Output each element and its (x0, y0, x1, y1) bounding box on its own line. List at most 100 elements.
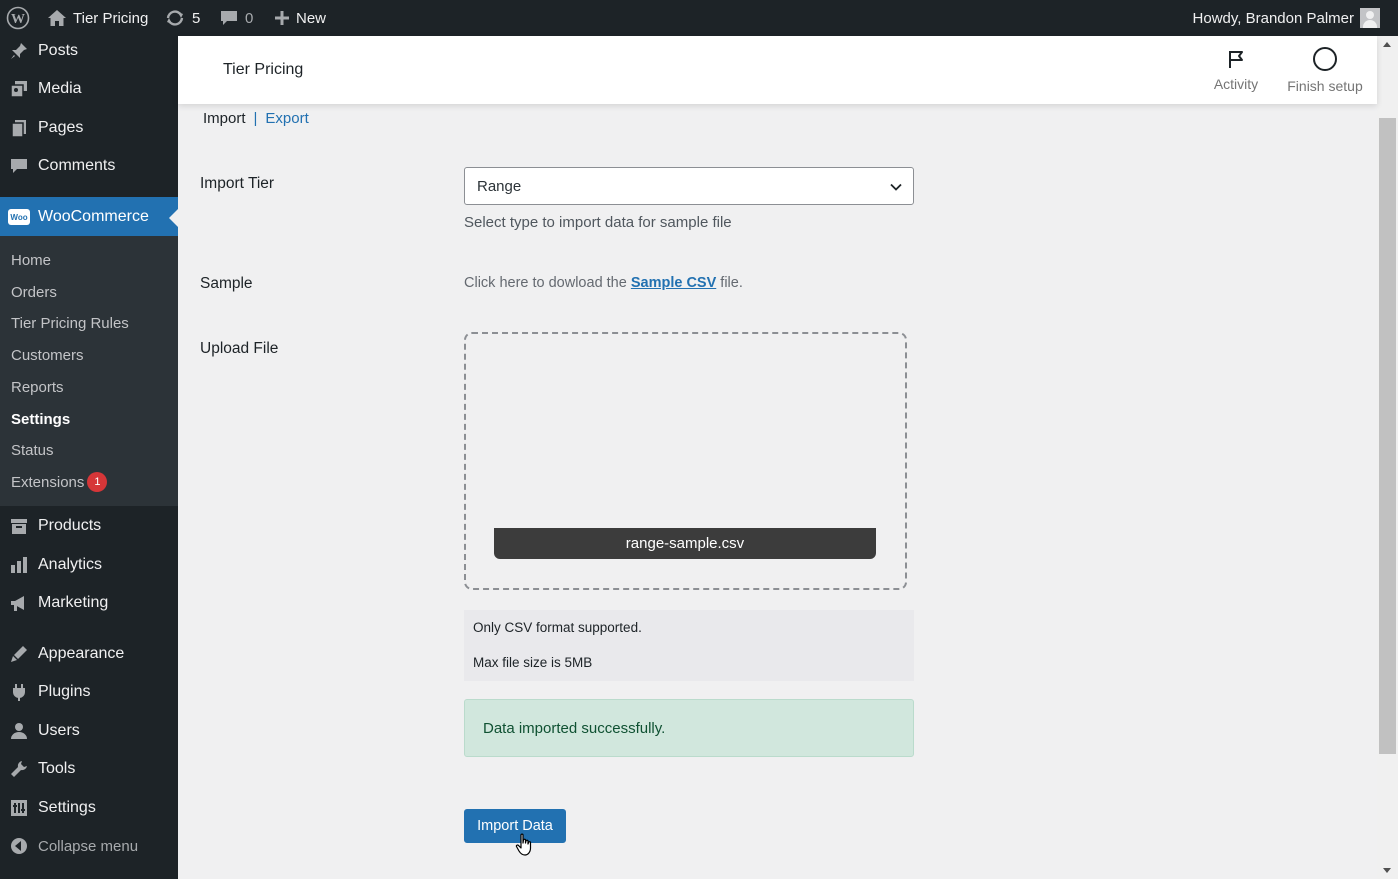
hand-cursor-icon (515, 833, 532, 856)
menu-analytics[interactable]: Analytics (0, 547, 178, 583)
import-tier-selected-value: Range (477, 177, 522, 195)
import-export-tabs: Import | Export (203, 110, 309, 127)
menu-label: Pages (38, 119, 84, 136)
submenu-extensions[interactable]: Extensions 1 (11, 472, 108, 492)
submenu-reports[interactable]: Reports (11, 377, 64, 397)
sample-csv-link[interactable]: Sample CSV (631, 275, 716, 291)
tab-import[interactable]: Import (203, 110, 246, 127)
import-tier-label: Import Tier (200, 175, 275, 192)
menu-label: Collapse menu (38, 837, 139, 855)
marketing-icon (8, 592, 30, 614)
updates-icon (166, 10, 184, 26)
account-menu[interactable]: Howdy, Brandon Palmer (1193, 0, 1380, 36)
menu-label: Posts (38, 42, 79, 59)
file-dropzone[interactable]: range-sample.csv (464, 332, 907, 590)
import-tier-select[interactable]: Range (464, 167, 914, 205)
menu-pages[interactable]: Pages (0, 110, 178, 146)
products-icon (8, 515, 30, 537)
settings-icon (8, 797, 30, 819)
sample-description: Click here to dowload the Sample CSV fil… (464, 275, 743, 291)
import-tier-help: Select type to import data for sample fi… (464, 214, 732, 231)
menu-plugins[interactable]: Plugins (0, 674, 178, 710)
page-scrollbar[interactable] (1377, 36, 1398, 879)
media-icon (8, 78, 30, 100)
finish-setup-label: Finish setup (1287, 78, 1363, 94)
tab-export[interactable]: Export (265, 110, 308, 127)
tools-icon (8, 758, 30, 780)
main-content: Import | Export Import Tier Range Select… (178, 104, 1377, 879)
site-name-link[interactable]: Tier Pricing (47, 0, 148, 36)
extensions-count-badge: 1 (87, 472, 108, 492)
comments-count: 0 (245, 9, 254, 27)
comment-icon (221, 11, 237, 25)
success-message: Data imported successfully. (483, 719, 666, 737)
menu-label: Analytics (38, 556, 103, 573)
submenu-settings[interactable]: Settings (11, 409, 70, 429)
pin-icon (8, 40, 30, 62)
analytics-icon (8, 554, 30, 576)
menu-posts[interactable]: Posts (0, 33, 178, 69)
menu-label: Media (38, 80, 82, 97)
menu-woocommerce[interactable]: Woo WooCommerce (0, 197, 178, 237)
scroll-thumb[interactable] (1379, 118, 1396, 754)
tab-separator: | (253, 110, 258, 127)
submenu-tier-pricing-rules[interactable]: Tier Pricing Rules (11, 313, 129, 333)
comment-icon (8, 155, 30, 177)
collapse-menu-button[interactable]: Collapse menu (0, 828, 178, 864)
scroll-up-arrow-icon[interactable] (1383, 42, 1391, 47)
site-name: Tier Pricing (73, 9, 149, 27)
plus-icon (275, 11, 289, 25)
menu-marketing[interactable]: Marketing (0, 585, 178, 621)
menu-label: Marketing (38, 594, 109, 611)
submenu-status[interactable]: Status (11, 440, 54, 460)
submenu-orders[interactable]: Orders (11, 282, 57, 302)
menu-products[interactable]: Products (0, 508, 178, 544)
howdy-text: Howdy, Brandon Palmer (1192, 9, 1354, 27)
menu-label: Tools (38, 760, 76, 777)
menu-label: Plugins (38, 683, 91, 700)
activity-label: Activity (1213, 76, 1259, 92)
menu-label: Appearance (38, 645, 125, 662)
menu-settings[interactable]: Settings (0, 790, 178, 826)
menu-label: WooCommerce (38, 208, 149, 225)
sample-label: Sample (200, 275, 253, 292)
menu-label: Products (38, 517, 102, 534)
finish-setup-button[interactable]: Finish setup (1285, 36, 1365, 104)
upload-file-label: Upload File (200, 340, 279, 357)
submenu-home[interactable]: Home (11, 250, 51, 270)
home-icon (48, 10, 66, 26)
page-title: Tier Pricing (223, 61, 304, 78)
activity-button[interactable]: Activity (1212, 36, 1260, 104)
menu-comments[interactable]: Comments (0, 148, 178, 184)
admin-sidebar: Posts Media Pages Comments Woo WooCommer… (0, 36, 178, 879)
scroll-down-arrow-icon[interactable] (1383, 868, 1391, 873)
chevron-down-icon (890, 183, 902, 191)
woocommerce-header: Tier Pricing Activity Finish setup (178, 36, 1377, 104)
new-content-link[interactable]: New (274, 0, 326, 36)
menu-tools[interactable]: Tools (0, 751, 178, 787)
comments-link[interactable]: 0 (219, 0, 253, 36)
wordpress-logo-icon[interactable]: W (6, 0, 30, 36)
svg-text:W: W (11, 12, 25, 27)
pages-icon (8, 117, 30, 139)
updates-count: 5 (192, 9, 201, 27)
info-format: Only CSV format supported. (473, 620, 642, 635)
menu-media[interactable]: Media (0, 71, 178, 107)
updates-link[interactable]: 5 (164, 0, 200, 36)
submenu-customers[interactable]: Customers (11, 345, 84, 365)
menu-label: Users (38, 722, 80, 739)
woocommerce-icon: Woo (8, 206, 30, 228)
appearance-icon (8, 643, 30, 665)
avatar (1360, 8, 1380, 28)
admin-bar: W Tier Pricing 5 0 New Howdy, Brandon Pa… (0, 0, 1398, 36)
menu-appearance[interactable]: Appearance (0, 636, 178, 672)
progress-circle-icon (1313, 47, 1337, 71)
success-notice: Data imported successfully. (464, 699, 914, 757)
plugins-icon (8, 681, 30, 703)
menu-label: Comments (38, 157, 116, 174)
uploaded-file-name: range-sample.csv (494, 528, 876, 559)
sample-text-before: Click here to dowload the (464, 275, 631, 291)
woocommerce-submenu: Home Orders Tier Pricing Rules Customers… (0, 236, 178, 506)
menu-users[interactable]: Users (0, 713, 178, 749)
collapse-icon (8, 835, 30, 857)
